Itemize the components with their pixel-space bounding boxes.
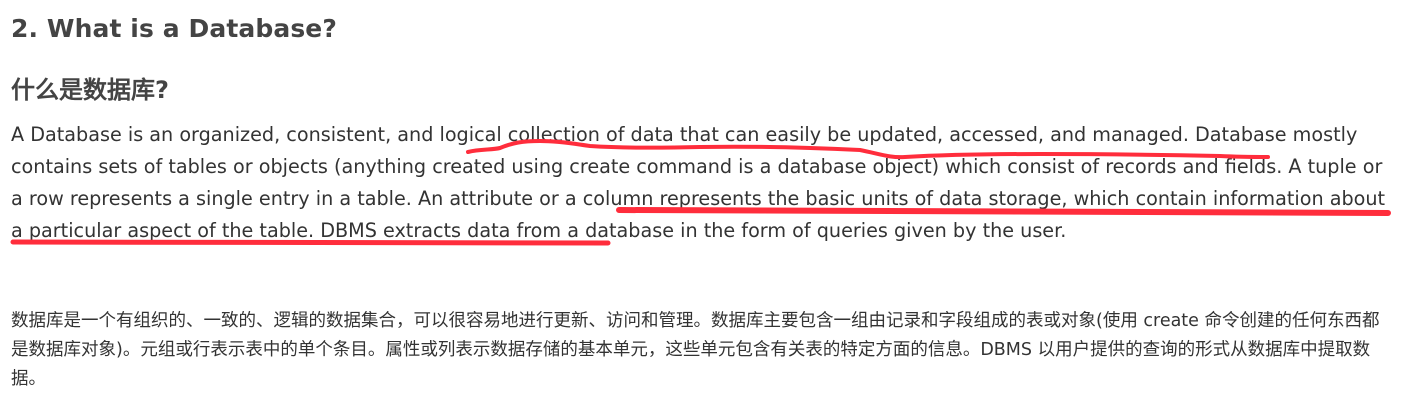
text-run: A Database is an organized, consistent, … — [11, 123, 440, 146]
highlighted-phrase-1: logical collection of data that can easi… — [439, 123, 1183, 146]
text-run: . DBMS extracts data from a database in … — [308, 219, 1067, 242]
paragraph-en: A Database is an organized, consistent, … — [11, 119, 1396, 247]
section-heading-zh: 什么是数据库? — [11, 76, 169, 104]
paragraph-zh: 数据库是一个有组织的、一致的、逻辑的数据集合，可以很容易地进行更新、访问和管理。… — [11, 311, 1380, 389]
section-heading-en: 2. What is a Database? — [11, 14, 337, 43]
